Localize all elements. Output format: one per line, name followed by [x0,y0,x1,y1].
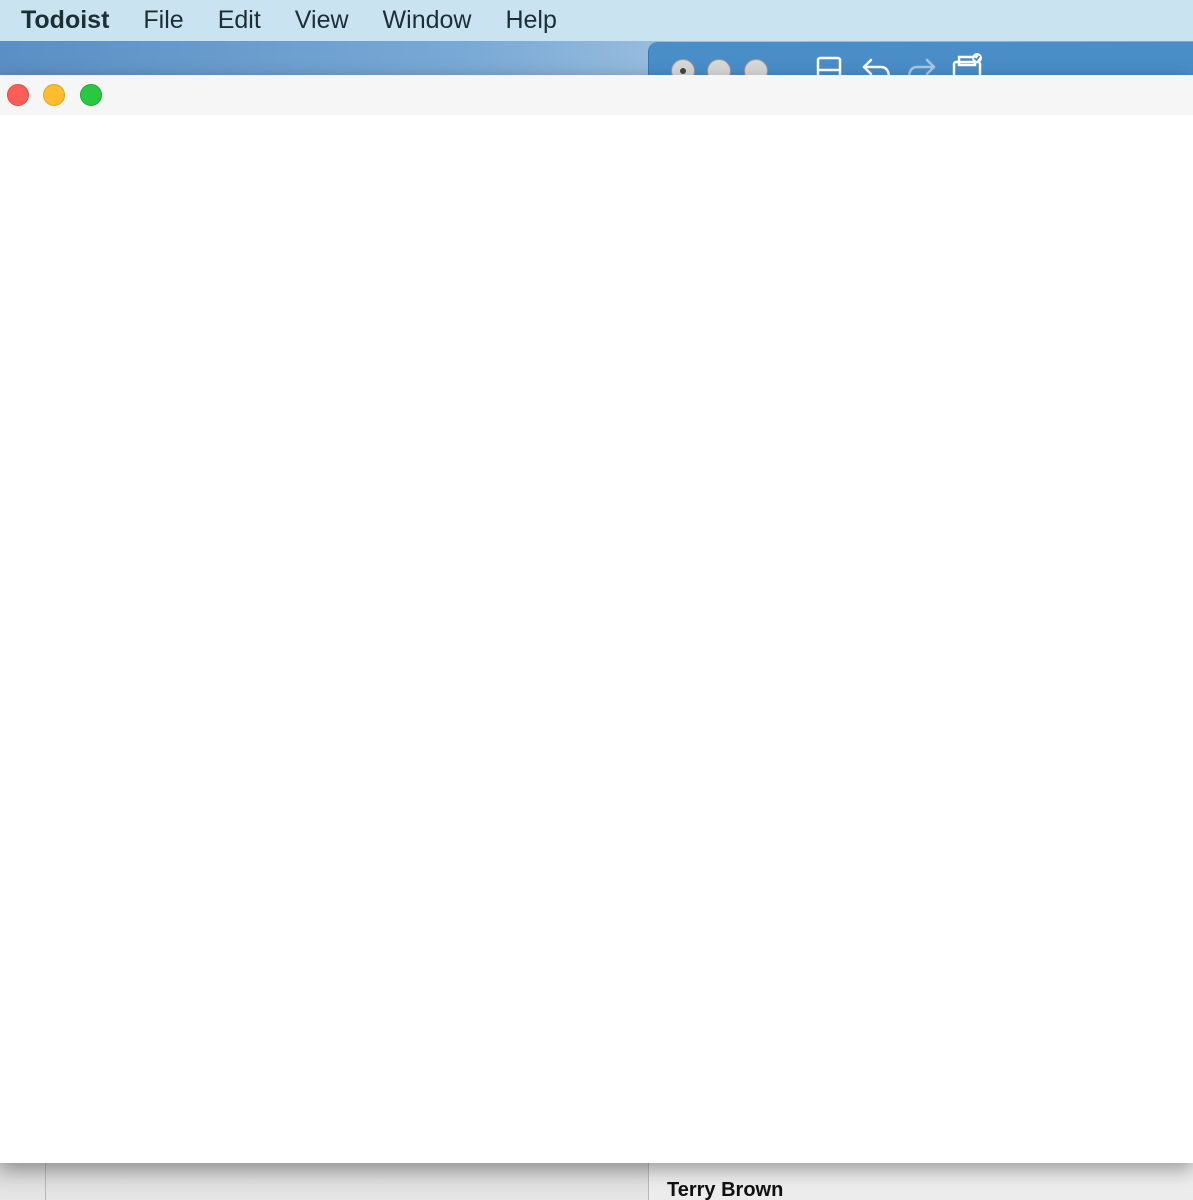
redo-icon[interactable] [905,56,937,76]
contact-panel: Terry Brown [648,1163,1193,1200]
window-zoom-button[interactable] [80,84,102,106]
undo-icon[interactable] [861,56,893,76]
screen: Todoist File Edit View Window Help Terry… [0,0,1193,1200]
save-icon[interactable] [815,56,843,76]
print-icon[interactable] [951,52,987,76]
window-content-area [0,115,1193,1163]
menu-edit[interactable]: Edit [218,6,261,35]
menu-help[interactable]: Help [505,6,556,35]
menu-window[interactable]: Window [383,6,472,35]
sidebar-divider [45,1163,46,1200]
menu-file[interactable]: File [143,6,183,35]
contact-name: Terry Brown [667,1179,784,1200]
app-menu-todoist[interactable]: Todoist [21,6,109,35]
todoist-window [0,75,1193,1163]
menu-view[interactable]: View [295,6,349,35]
window-minimize-button[interactable] [43,84,65,106]
bottom-background-window: Terry Brown [0,1163,1193,1200]
bg-window-minimize-button[interactable] [707,59,731,76]
bg-window-zoom-button[interactable] [744,59,768,76]
window-titlebar[interactable] [0,75,1193,115]
window-close-button[interactable] [7,84,29,106]
menu-bar: Todoist File Edit View Window Help [0,0,1193,41]
bg-window-close-button[interactable] [671,59,695,76]
background-window[interactable] [648,42,1193,76]
